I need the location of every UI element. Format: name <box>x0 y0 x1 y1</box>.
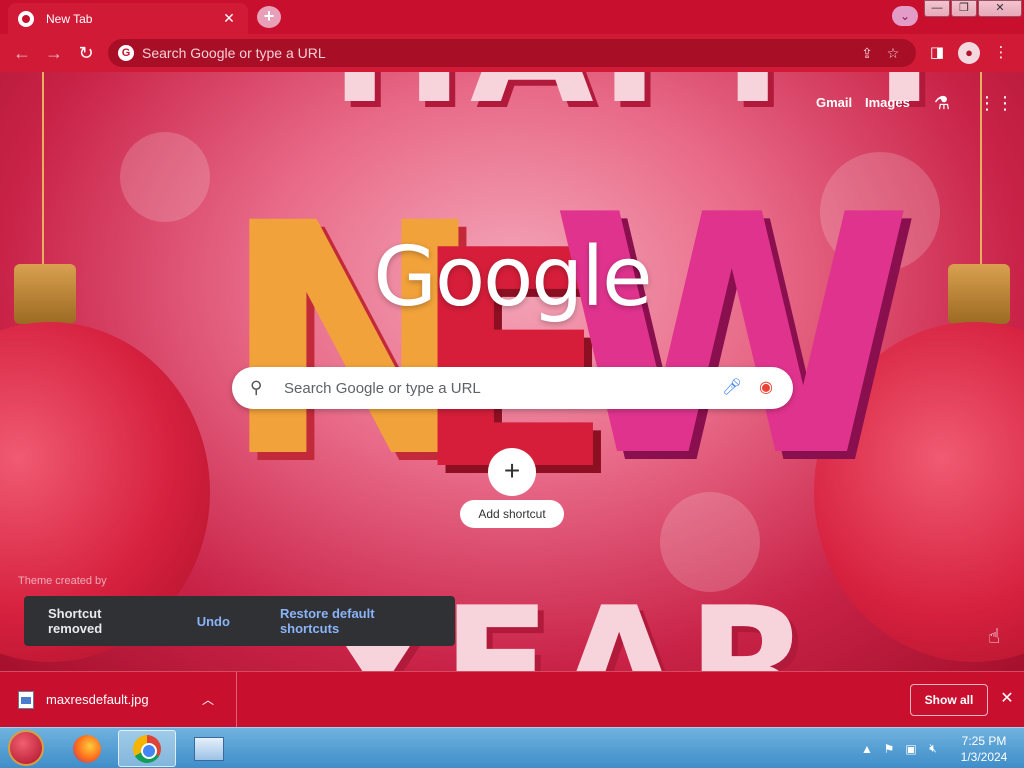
download-item[interactable]: maxresdefault.jpg ︿ <box>0 672 237 727</box>
taskbar-firefox[interactable] <box>58 730 116 767</box>
profile-icon[interactable]: ● <box>958 42 980 64</box>
microphone-icon[interactable]: 🎤︎ <box>719 375 745 401</box>
chevron-up-icon[interactable]: ︿ <box>198 691 218 708</box>
flask-icon[interactable]: ⚗ <box>930 91 954 115</box>
hand-cursor-icon: ☝ <box>988 626 1001 648</box>
snackbar-message: Shortcut removed <box>48 606 103 636</box>
close-window-button[interactable]: ✕ <box>978 0 1022 17</box>
taskbar-chrome[interactable] <box>118 730 176 767</box>
clock-date: 1/3/2024 <box>960 749 1008 764</box>
show-hidden-icons-icon[interactable]: ▲ <box>856 742 878 756</box>
share-icon[interactable]: ⇪ <box>854 45 880 62</box>
tab-new-tab[interactable]: New Tab ✕ <box>8 3 248 34</box>
title-bar: New Tab ✕ + ⌄ — ❐ ✕ <box>0 0 1024 34</box>
theme-credit[interactable]: Theme created by <box>18 575 107 587</box>
add-shortcut-label: Add shortcut <box>460 500 564 528</box>
control-panel-icon <box>194 736 224 761</box>
back-arrow-icon[interactable]: ← <box>10 41 34 65</box>
kebab-menu-icon[interactable]: ⋮ <box>990 42 1012 64</box>
omnibox-placeholder[interactable]: Search Google or type a URL <box>142 45 854 61</box>
minimize-button[interactable]: — <box>924 0 950 17</box>
reload-icon[interactable]: ↻ <box>74 41 98 65</box>
window-controls: — ❐ ✕ <box>923 0 1022 17</box>
tab-title: New Tab <box>46 11 93 26</box>
volume-muted-icon[interactable]: 🔇︎ <box>922 741 944 756</box>
new-tab-page: HAPPY N E W YEAR Gmail Images ⚗ ⋮⋮ Googl… <box>0 72 1024 671</box>
image-file-icon <box>18 690 34 709</box>
windows-taskbar: ▲ ⚑ ▣ 🔇︎ 7:25 PM 1/3/2024 <box>0 727 1024 768</box>
forward-arrow-icon[interactable]: → <box>42 41 66 65</box>
images-link[interactable]: Images <box>865 95 910 110</box>
grid-apps-icon[interactable]: ⋮⋮ <box>978 91 1014 115</box>
search-icon: ⚲ <box>250 378 263 397</box>
google-logo: Google <box>373 230 652 325</box>
flag-icon[interactable]: ⚑ <box>878 742 900 756</box>
gmail-link[interactable]: Gmail <box>816 95 852 110</box>
clock[interactable]: 7:25 PM 1/3/2024 <box>944 733 1024 765</box>
close-shelf-icon[interactable]: ✕ <box>996 688 1018 710</box>
chrome-favicon-icon <box>18 10 34 27</box>
side-panel-icon[interactable]: ◨ <box>926 42 948 64</box>
browser-toolbar: ← → ↻ G Search Google or type a URL ⇪ ☆ … <box>0 34 1024 72</box>
restore-default-shortcuts-button[interactable]: Restore default shortcuts <box>280 606 431 636</box>
shortcut-removed-snackbar: Shortcut removed Undo Restore default sh… <box>24 596 455 646</box>
start-button[interactable] <box>8 730 44 766</box>
ornament-string <box>42 72 44 272</box>
chrome-icon <box>133 734 161 763</box>
download-shelf: maxresdefault.jpg ︿ Show all ✕ <box>0 671 1024 727</box>
clock-time: 7:25 PM <box>961 733 1007 748</box>
ntp-search-input[interactable] <box>284 379 719 397</box>
download-file-name[interactable]: maxresdefault.jpg <box>46 692 198 707</box>
show-all-button[interactable]: Show all <box>910 684 988 716</box>
restore-button[interactable]: ❐ <box>951 0 977 17</box>
ntp-search-box[interactable]: ⚲ 🎤︎ ◉ <box>232 367 793 409</box>
undo-button[interactable]: Undo <box>197 614 230 629</box>
network-icon[interactable]: ▣ <box>900 742 922 756</box>
new-tab-button[interactable]: + <box>257 6 281 28</box>
camera-lens-icon[interactable]: ◉ <box>753 375 779 401</box>
star-icon[interactable]: ☆ <box>880 45 906 62</box>
taskbar-control-panel[interactable] <box>180 730 238 767</box>
tab-search-chevron-icon[interactable]: ⌄ <box>892 6 918 26</box>
ornament-cap <box>14 264 76 324</box>
ornament-cap <box>948 264 1010 324</box>
tab-close-icon[interactable]: ✕ <box>220 10 238 27</box>
google-g-icon: G <box>118 45 134 61</box>
firefox-icon <box>73 734 101 763</box>
add-shortcut-tile[interactable]: + Add shortcut <box>460 444 564 534</box>
theme-letter-w: W <box>550 145 914 529</box>
bokeh-decoration <box>120 132 210 222</box>
add-shortcut-plus-icon[interactable]: + <box>488 448 536 496</box>
system-tray: ▲ ⚑ ▣ 🔇︎ 7:25 PM 1/3/2024 <box>856 728 1024 768</box>
omnibox[interactable]: G Search Google or type a URL ⇪ ☆ <box>108 39 916 67</box>
